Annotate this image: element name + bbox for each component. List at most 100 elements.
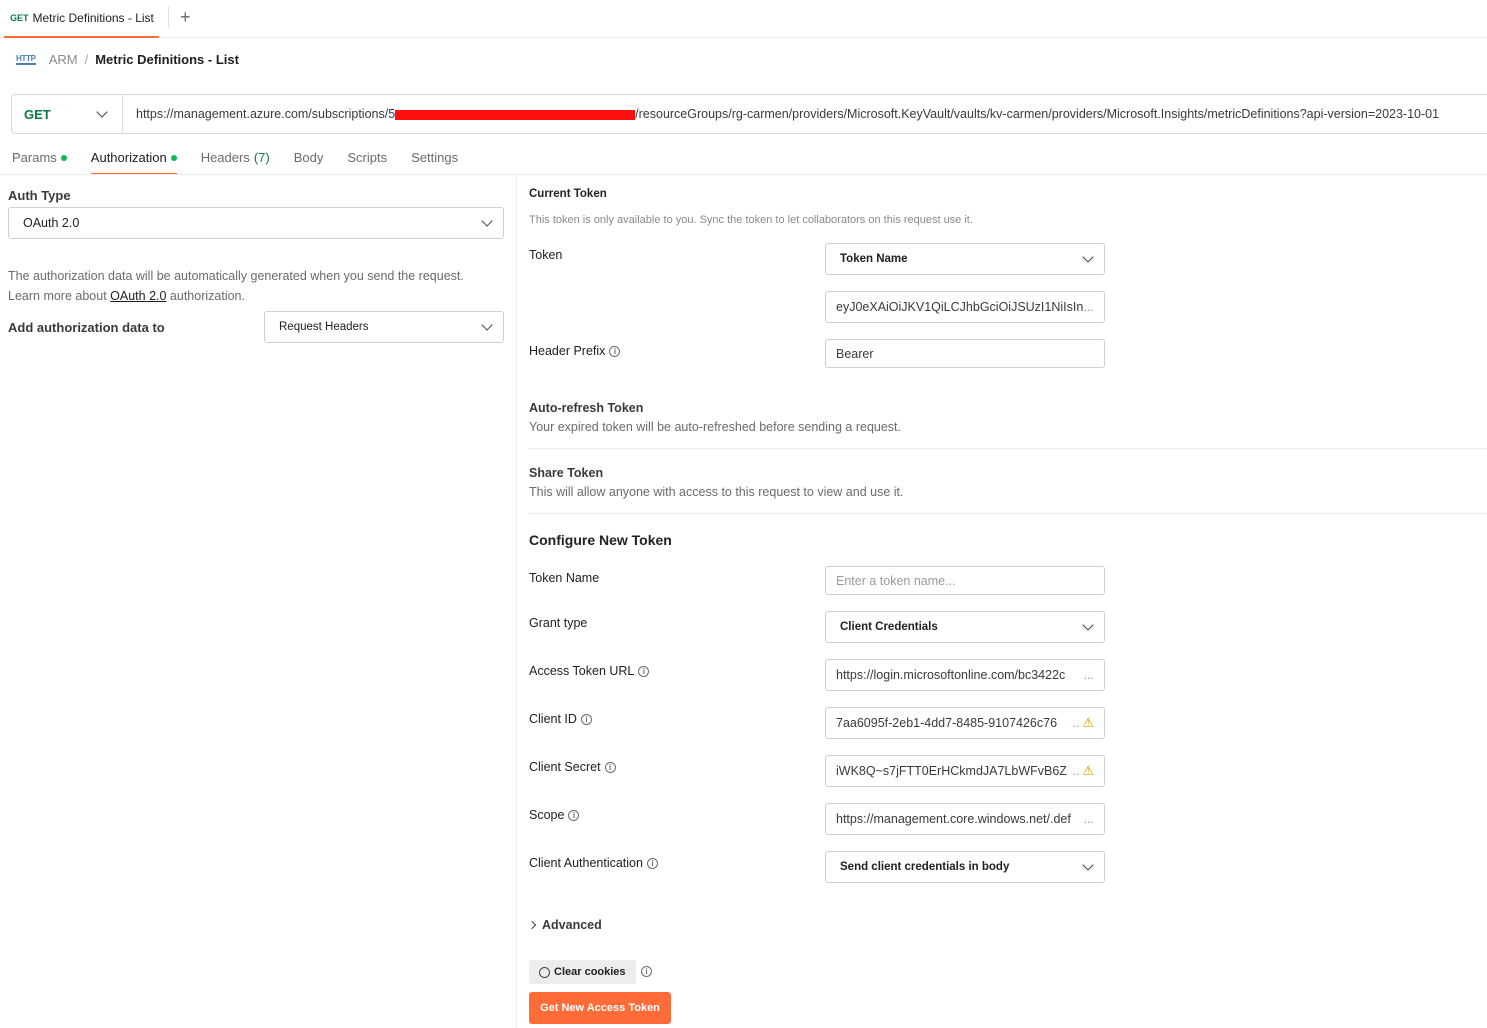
- tab-scripts[interactable]: Scripts: [347, 150, 387, 173]
- client-auth-label: Client Authentication: [529, 856, 643, 870]
- add-auth-data-label: Add authorization data to: [8, 320, 165, 335]
- method-label: GET: [24, 106, 51, 122]
- params-active-dot: [60, 154, 67, 161]
- truncation-ellipsis: ...: [1083, 300, 1094, 314]
- share-token-desc: This will allow anyone with access to th…: [529, 485, 904, 499]
- tab-settings-label: Settings: [411, 150, 459, 165]
- tab-authorization[interactable]: Authorization: [90, 150, 177, 175]
- clear-cookies-label: Clear cookies: [554, 966, 626, 978]
- client-id-label-wrap: Client ID i: [529, 712, 592, 726]
- header-prefix-input[interactable]: Bearer: [825, 339, 1105, 368]
- token-name-select-value: Token Name: [840, 253, 908, 265]
- get-new-access-token-button[interactable]: Get New Access Token: [529, 992, 671, 1024]
- cookie-icon: [539, 966, 550, 978]
- auth-description-line1: The authorization data will be automatic…: [8, 269, 464, 283]
- section-divider: [529, 448, 1487, 449]
- chevron-down-icon: [96, 106, 108, 118]
- headers-count: (7): [253, 150, 270, 165]
- tab-body-label: Body: [293, 150, 324, 165]
- chevron-down-icon: [1082, 859, 1094, 871]
- client-id-value: 7aa6095f-2eb1-4dd7-8485-9107426c76: [836, 716, 1058, 730]
- chevron-down-icon: [481, 215, 493, 227]
- tabs-divider: [0, 174, 1487, 175]
- chevron-right-icon: [527, 920, 537, 930]
- advanced-toggle[interactable]: Advanced: [527, 918, 602, 932]
- authorization-active-dot: [170, 154, 177, 161]
- info-icon[interactable]: i: [641, 966, 652, 977]
- truncation-ellipsis: ...: [1083, 812, 1094, 826]
- add-auth-data-select[interactable]: Request Headers: [264, 311, 504, 343]
- add-auth-data-value: Request Headers: [279, 321, 369, 333]
- request-tab[interactable]: GET Metric Definitions - List: [4, 0, 159, 38]
- tab-strip: GET Metric Definitions - List +: [0, 0, 1487, 38]
- url-suffix: /resourceGroups/rg-carmen/providers/Micr…: [635, 107, 1440, 121]
- advanced-label: Advanced: [542, 918, 602, 932]
- warning-icon[interactable]: ⚠: [1082, 715, 1094, 731]
- url-prefix: https://management.azure.com/subscriptio…: [136, 107, 396, 121]
- token-label: Token: [529, 248, 563, 262]
- redaction-mark: [395, 109, 636, 120]
- http-icon: HTTP: [16, 54, 36, 65]
- tab-settings[interactable]: Settings: [411, 150, 458, 173]
- tab-scripts-label: Scripts: [347, 150, 388, 165]
- breadcrumb: HTTP ARM / Metric Definitions - List: [16, 52, 239, 67]
- info-icon[interactable]: i: [646, 858, 658, 870]
- get-new-access-token-label: Get New Access Token: [540, 1002, 660, 1014]
- scope-value: https://management.core.windows.net/.def: [836, 812, 1071, 826]
- warning-icon[interactable]: ⚠: [1082, 763, 1094, 779]
- scope-label: Scope: [529, 808, 565, 822]
- request-tabs: Params Authorization Headers (7) Body Scr…: [12, 150, 482, 175]
- auth-type-select[interactable]: OAuth 2.0: [8, 207, 504, 239]
- auth-type-value: OAuth 2.0: [23, 216, 80, 230]
- info-icon[interactable]: i: [609, 346, 621, 358]
- method-select[interactable]: GET: [12, 95, 123, 133]
- client-secret-input[interactable]: iWK8Q~s7jFTT0ErHCkmdJA7LbWFvB6Z.. ⚠: [825, 755, 1105, 787]
- panel-divider: [516, 175, 517, 1028]
- token-name-label: Token Name: [529, 571, 600, 585]
- tab-body[interactable]: Body: [294, 150, 324, 173]
- info-icon[interactable]: i: [638, 666, 650, 678]
- info-icon[interactable]: i: [580, 714, 592, 726]
- token-name-select[interactable]: Token Name: [825, 243, 1105, 275]
- tab-headers[interactable]: Headers (7): [201, 150, 270, 173]
- client-auth-value: Send client credentials in body: [840, 861, 1010, 873]
- chevron-down-icon: [1082, 619, 1094, 631]
- access-token-url-label: Access Token URL: [529, 664, 635, 678]
- current-token-note: This token is only available to you. Syn…: [529, 214, 973, 226]
- client-auth-label-wrap: Client Authentication i: [529, 856, 658, 870]
- grant-type-select[interactable]: Client Credentials: [825, 611, 1105, 643]
- truncation-ellipsis: ...: [1083, 668, 1094, 682]
- client-auth-select[interactable]: Send client credentials in body: [825, 851, 1105, 883]
- access-token-url-input[interactable]: https://login.microsoftonline.com/bc3422…: [825, 659, 1105, 691]
- oauth-link[interactable]: OAuth 2.0: [110, 289, 166, 303]
- current-token-heading: Current Token: [529, 188, 607, 200]
- configure-new-token-heading: Configure New Token: [529, 532, 672, 548]
- breadcrumb-parent[interactable]: ARM: [49, 52, 78, 67]
- client-secret-label: Client Secret: [529, 760, 601, 774]
- section-divider: [529, 513, 1487, 514]
- auth-learn-more: Learn more about: [8, 289, 111, 303]
- grant-type-label: Grant type: [529, 616, 588, 630]
- new-tab-plus-icon[interactable]: +: [180, 7, 191, 27]
- client-id-label: Client ID: [529, 712, 577, 726]
- truncation-ellipsis: ..: [1072, 764, 1080, 778]
- breadcrumb-current[interactable]: Metric Definitions - List: [95, 52, 239, 67]
- info-icon[interactable]: i: [604, 762, 616, 774]
- chevron-down-icon: [481, 319, 493, 331]
- info-icon[interactable]: i: [568, 810, 580, 822]
- tab-params[interactable]: Params: [12, 150, 67, 173]
- client-id-input[interactable]: 7aa6095f-2eb1-4dd7-8485-9107426c76.. ⚠: [825, 707, 1105, 739]
- clear-cookies-button[interactable]: Clear cookies: [529, 960, 636, 984]
- client-secret-value: iWK8Q~s7jFTT0ErHCkmdJA7LbWFvB6Z: [836, 764, 1067, 778]
- scope-input[interactable]: https://management.core.windows.net/.def…: [825, 803, 1105, 835]
- token-name-input[interactable]: Enter a token name...: [825, 566, 1105, 595]
- tab-authorization-label: Authorization: [90, 150, 167, 165]
- header-prefix-label: Header Prefix: [529, 344, 606, 358]
- share-token-title[interactable]: Share Token: [529, 466, 603, 480]
- url-input[interactable]: https://management.azure.com/subscriptio…: [123, 107, 1487, 121]
- auth-learn-tail: authorization.: [166, 289, 245, 303]
- token-value-field[interactable]: eyJ0eXAiOiJKV1QiLCJhbGciOiJSUzI1NiIsIng.…: [825, 291, 1105, 323]
- auto-refresh-title[interactable]: Auto-refresh Token: [529, 401, 643, 415]
- tab-headers-label: Headers: [200, 150, 250, 165]
- tab-params-label: Params: [12, 150, 57, 165]
